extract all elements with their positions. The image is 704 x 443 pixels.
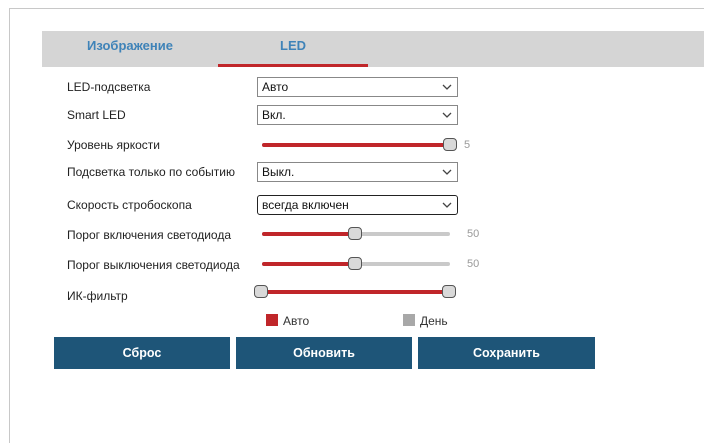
led-backlight-select[interactable]: Авто [257, 77, 458, 97]
tab-bar: Изображение LED [42, 31, 704, 67]
smart-led-select[interactable]: Вкл. [257, 105, 458, 125]
chevron-down-icon [442, 112, 452, 118]
legend-day-swatch [403, 314, 415, 326]
smart-led-value: Вкл. [262, 108, 286, 122]
led-backlight-value: Авто [262, 80, 289, 94]
on-threshold-value: 50 [467, 228, 480, 240]
brightness-label: Уровень яркости [67, 138, 160, 152]
smart-led-label: Smart LED [67, 108, 126, 122]
ir-filter-range[interactable] [260, 290, 452, 294]
chevron-down-icon [442, 169, 452, 175]
off-threshold-fill [262, 262, 356, 266]
strobe-speed-value: всегда включен [262, 198, 349, 212]
tab-image[interactable]: Изображение [42, 31, 218, 67]
legend-auto-swatch [266, 314, 278, 326]
reset-button[interactable]: Сброс [54, 337, 230, 369]
content-frame [9, 8, 704, 443]
on-threshold-fill [262, 232, 356, 236]
on-threshold-thumb[interactable] [348, 227, 362, 240]
event-only-label: Подсветка только по событию [67, 165, 235, 179]
tab-led[interactable]: LED [218, 31, 368, 67]
chevron-down-icon [442, 84, 452, 90]
event-only-value: Выкл. [262, 165, 295, 179]
refresh-button[interactable]: Обновить [236, 337, 412, 369]
brightness-slider[interactable] [262, 143, 454, 147]
led-backlight-label: LED-подсветка [67, 80, 151, 94]
ir-filter-label: ИК-фильтр [67, 289, 128, 303]
legend-day-label: День [420, 314, 448, 328]
off-threshold-label: Порог выключения светодиода [67, 258, 240, 272]
brightness-thumb[interactable] [443, 138, 457, 151]
strobe-speed-label: Скорость стробоскопа [67, 198, 192, 212]
legend-auto-label: Авто [283, 314, 310, 328]
strobe-speed-select[interactable]: всегда включен [257, 195, 458, 215]
off-threshold-thumb[interactable] [348, 257, 362, 270]
ir-filter-end-thumb[interactable] [442, 285, 456, 298]
save-button[interactable]: Сохранить [418, 337, 595, 369]
ir-filter-start-thumb[interactable] [254, 285, 268, 298]
off-threshold-value: 50 [467, 258, 480, 270]
chevron-down-icon [442, 202, 452, 208]
brightness-value: 5 [464, 139, 471, 151]
event-only-select[interactable]: Выкл. [257, 162, 458, 182]
ir-filter-fill [260, 290, 452, 294]
brightness-fill [262, 143, 454, 147]
on-threshold-label: Порог включения светодиода [67, 228, 232, 242]
